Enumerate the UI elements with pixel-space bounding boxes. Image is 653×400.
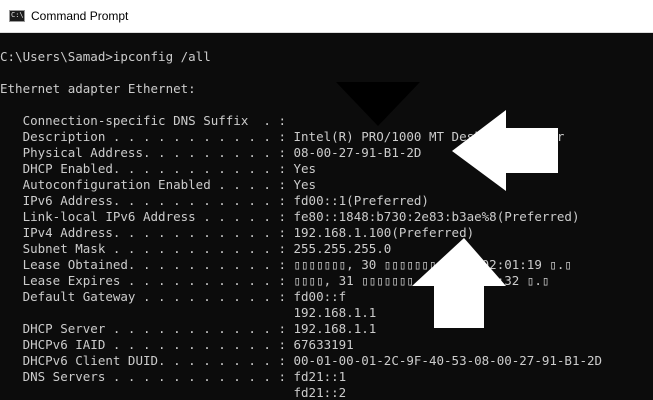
console-line: Physical Address. . . . . . . . . : 08-0… [0,145,422,160]
console-line: 192.168.1.1 [0,305,377,320]
console-line: DHCPv6 Client DUID. . . . . . . . : 00-0… [0,353,603,368]
console-line: Subnet Mask . . . . . . . . . . . : 255.… [0,241,392,256]
title-bar[interactable]: C:\ Command Prompt [0,0,653,33]
console-line: Autoconfiguration Enabled . . . . : Yes [0,177,317,192]
console-line: Default Gateway . . . . . . . . . : fd00… [0,289,347,304]
console-line: Lease Obtained. . . . . . . . . . : ▯▯▯▯… [0,257,572,272]
cmd-window-icon: C:\ [9,10,25,22]
cmd-icon-glyph: C:\ [11,11,24,19]
console-line: fd21::2 [0,385,347,400]
window-title: Command Prompt [31,9,129,23]
console-line: Connection-specific DNS Suffix . : [0,113,286,128]
console-output[interactable]: C:\Users\Samad>ipconfig /all Ethernet ad… [0,33,653,400]
console-line: DNS Servers . . . . . . . . . . . : fd21… [0,369,347,384]
console-line: IPv6 Address. . . . . . . . . . . : fd00… [0,193,429,208]
console-line: C:\Users\Samad>ipconfig /all [0,49,211,64]
console-line: DHCP Server . . . . . . . . . . . : 192.… [0,321,377,336]
console-line: DHCP Enabled. . . . . . . . . . . : Yes [0,161,317,176]
console-line: Link-local IPv6 Address . . . . . : fe80… [0,209,580,224]
console-line: Lease Expires . . . . . . . . . . : ▯▯▯▯… [0,273,550,288]
console-line: IPv4 Address. . . . . . . . . . . : 192.… [0,225,475,240]
console-line: Description . . . . . . . . . . . : Inte… [0,129,565,144]
console-line: Ethernet adapter Ethernet: [0,81,196,96]
console-line: DHCPv6 IAID . . . . . . . . . . . : 6763… [0,337,354,352]
